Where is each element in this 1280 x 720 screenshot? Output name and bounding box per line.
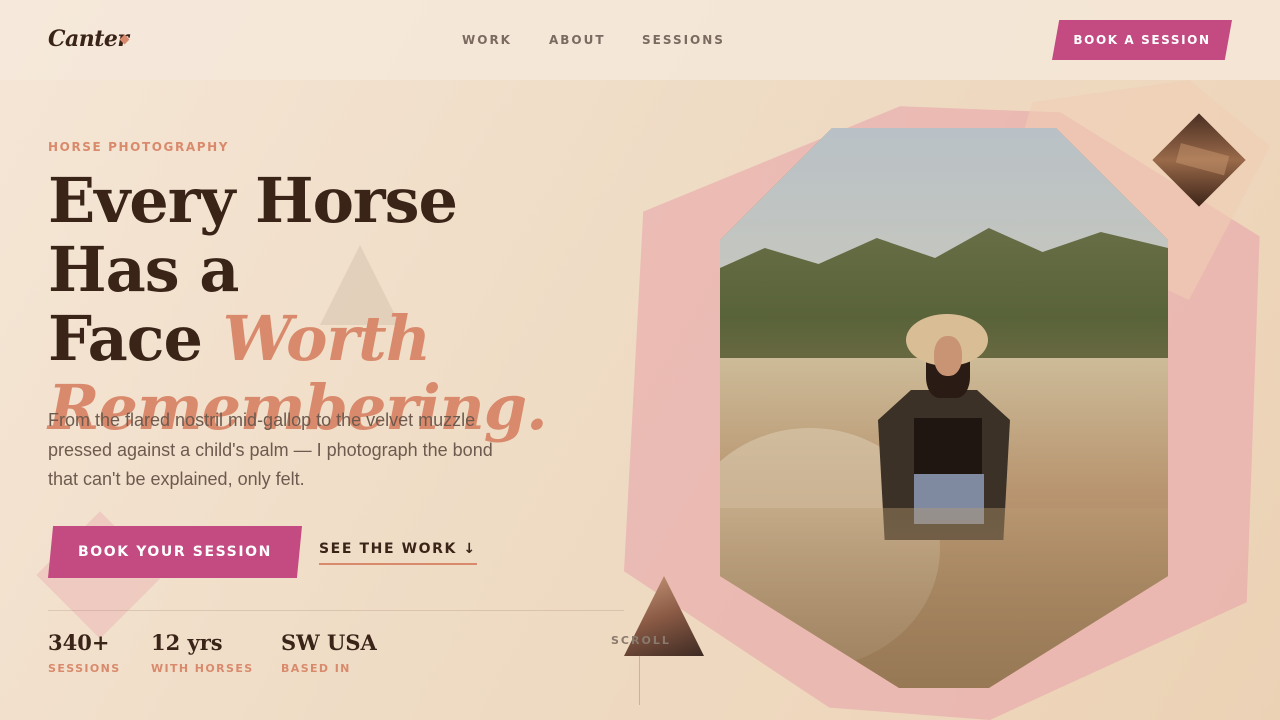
headline-accent-1: Worth (222, 302, 431, 375)
stat-location-label: BASED IN (281, 662, 351, 675)
see-the-work-link[interactable]: SEE THE WORK ↓ (319, 541, 477, 565)
stat-sessions-value: 340+ (48, 630, 110, 655)
stat-sessions-label: SESSIONS (48, 662, 121, 675)
headline-plain: Face (48, 302, 223, 375)
book-your-session-button[interactable]: BOOK YOUR SESSION (48, 526, 302, 578)
stat-years-label: WITH HORSES (151, 662, 254, 675)
top-nav: Canter WORK ABOUT SESSIONS BOOK A SESSIO… (0, 0, 1280, 80)
hero-photo (720, 128, 1168, 688)
stat-years-value: 12 yrs (151, 630, 223, 655)
hero-headline: Every Horse Has a Face Worth Remembering… (48, 166, 608, 442)
nav-link-sessions[interactable]: SESSIONS (642, 33, 725, 47)
stat-location-value: SW USA (281, 630, 377, 655)
nav-link-work[interactable]: WORK (462, 33, 512, 47)
stats-divider (48, 610, 624, 611)
hero-eyebrow: HORSE PHOTOGRAPHY (48, 140, 230, 154)
nav-link-about[interactable]: ABOUT (549, 33, 606, 47)
book-session-nav-button[interactable]: BOOK A SESSION (1052, 20, 1232, 60)
logo[interactable]: Canter (48, 26, 129, 52)
photo-person-top (914, 418, 982, 474)
scroll-indicator-line (639, 655, 640, 705)
photo-person-face (934, 336, 962, 376)
scroll-indicator-label[interactable]: SCROLL (611, 634, 671, 647)
hero-lead: From the flared nostril mid-gallop to th… (48, 410, 493, 489)
headline-line-1: Every Horse Has a (48, 164, 458, 306)
